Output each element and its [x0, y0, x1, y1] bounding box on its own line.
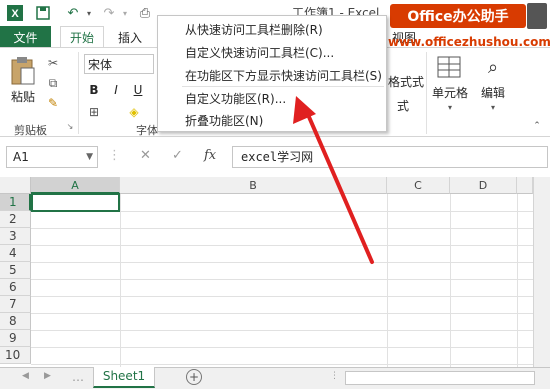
- gridline: [31, 262, 533, 263]
- ribbon-separator: [426, 52, 427, 134]
- name-box-value: A1: [13, 150, 29, 164]
- redo-icon[interactable]: ↷: [98, 4, 120, 22]
- copy-icon[interactable]: ⧉: [44, 74, 62, 92]
- row-header[interactable]: 8: [0, 313, 31, 330]
- formula-bar: A1 ▼ ⋮ ✕ ✓ fx excel学习网: [0, 137, 550, 177]
- row-header[interactable]: 1: [0, 194, 31, 211]
- border-icon[interactable]: ⊞: [84, 104, 104, 120]
- row-header[interactable]: 9: [0, 330, 31, 347]
- enter-icon[interactable]: ✓: [172, 148, 183, 163]
- select-all-corner[interactable]: [0, 177, 31, 194]
- more-sheets-icon[interactable]: …: [72, 370, 84, 384]
- underline-button[interactable]: U: [128, 80, 148, 100]
- menu-item-collapse-ribbon[interactable]: 折叠功能区(N): [185, 112, 263, 129]
- bold-button[interactable]: B: [84, 80, 104, 100]
- chevron-down-icon[interactable]: ▼: [86, 147, 93, 167]
- tab-file[interactable]: 文件: [0, 26, 51, 48]
- menu-item-show-qat-below[interactable]: 在功能区下方显示快速访问工具栏(S): [185, 67, 382, 84]
- excel-logo-icon: X: [6, 4, 24, 22]
- format-as-table-button[interactable]: 格式式: [388, 72, 424, 90]
- scroll-left-icon[interactable]: ◀: [22, 371, 29, 381]
- context-menu: 从快速访问工具栏删除(R) 自定义快速访问工具栏(C)... 在功能区下方显示快…: [157, 15, 387, 132]
- gridline: [31, 330, 533, 331]
- gridline: [31, 228, 533, 229]
- editing-dropdown-icon[interactable]: ▾: [487, 102, 499, 112]
- paste-button[interactable]: 粘贴: [8, 88, 38, 104]
- save-icon[interactable]: [34, 4, 52, 22]
- gridline: [31, 296, 533, 297]
- svg-text:X: X: [11, 8, 19, 20]
- menu-item-customize-ribbon[interactable]: 自定义功能区(R)...: [185, 90, 286, 107]
- redo-dropdown-icon[interactable]: ▾: [120, 4, 130, 22]
- gridline: [31, 245, 533, 246]
- scroll-right-icon[interactable]: ▶: [44, 371, 51, 381]
- row-header[interactable]: 7: [0, 296, 31, 313]
- gridline: [450, 194, 451, 367]
- row-header[interactable]: 2: [0, 211, 31, 228]
- cells-dropdown-icon[interactable]: ▾: [444, 102, 456, 112]
- watermark-url: www.officezhushou.com: [388, 35, 550, 49]
- menu-item-remove-from-qat[interactable]: 从快速访问工具栏删除(R): [185, 21, 323, 38]
- cancel-icon[interactable]: ✕: [140, 148, 151, 163]
- watermark-badge: Office办公助手: [390, 4, 526, 28]
- gridline: [387, 194, 388, 367]
- print-preview-icon[interactable]: ⎙: [136, 4, 154, 22]
- more-sheets-icon[interactable]: ⋮: [330, 371, 339, 381]
- find-binoculars-icon[interactable]: ⌕: [480, 54, 506, 80]
- clipboard-launcher-icon[interactable]: ↘: [64, 120, 76, 132]
- tab-insert[interactable]: 插入: [110, 26, 150, 48]
- vertical-scrollbar[interactable]: [533, 177, 550, 367]
- row-header[interactable]: 6: [0, 279, 31, 296]
- sheet-tab[interactable]: Sheet1: [93, 367, 155, 388]
- horizontal-scrollbar[interactable]: [345, 371, 535, 385]
- undo-icon[interactable]: ↶: [62, 4, 84, 22]
- active-cell[interactable]: [31, 193, 120, 212]
- column-header[interactable]: C: [387, 177, 450, 194]
- cells-button[interactable]: 单元格: [430, 84, 470, 100]
- row-header[interactable]: 4: [0, 245, 31, 262]
- gridline: [31, 279, 533, 280]
- column-header[interactable]: B: [120, 177, 387, 194]
- font-name-select[interactable]: 宋体: [84, 54, 154, 74]
- gridline: [31, 313, 533, 314]
- tab-home[interactable]: 开始: [60, 26, 104, 48]
- font-group-label: 字体: [136, 124, 158, 137]
- ribbon-separator: [78, 52, 79, 134]
- menu-item-customize-qat[interactable]: 自定义快速访问工具栏(C)...: [185, 44, 334, 61]
- paste-icon[interactable]: [8, 54, 38, 88]
- formula-input[interactable]: excel学习网: [232, 146, 548, 168]
- row-header[interactable]: 10: [0, 347, 31, 364]
- name-box[interactable]: A1 ▼: [6, 146, 98, 168]
- column-header[interactable]: [517, 177, 533, 194]
- row-header[interactable]: 5: [0, 262, 31, 279]
- gridline: [31, 347, 533, 348]
- worksheet-grid[interactable]: A B C D 1 2 3 4 5 6 7 8 9 10: [0, 177, 550, 367]
- cut-icon[interactable]: ✂: [44, 54, 62, 72]
- add-sheet-button[interactable]: +: [186, 369, 202, 385]
- insert-function-icon[interactable]: fx: [204, 148, 216, 163]
- gridline: [120, 194, 121, 367]
- format-painter-icon[interactable]: ✎: [44, 94, 62, 112]
- column-header[interactable]: D: [450, 177, 517, 194]
- cells-icon[interactable]: [436, 54, 462, 80]
- gridline: [31, 364, 533, 365]
- clipboard-group-label: 剪贴板: [14, 124, 47, 137]
- row-header[interactable]: 3: [0, 228, 31, 245]
- watermark-avatar: [527, 3, 547, 29]
- menu-separator: [182, 86, 384, 87]
- column-header[interactable]: A: [31, 177, 120, 194]
- drag-handle-icon[interactable]: ⋮: [108, 148, 121, 163]
- editing-button[interactable]: 编辑: [476, 84, 510, 100]
- collapse-ribbon-icon[interactable]: ⌃: [530, 120, 544, 132]
- italic-button[interactable]: I: [106, 80, 126, 100]
- cell-styles-button[interactable]: 式: [394, 96, 412, 114]
- gridline: [517, 194, 518, 367]
- fill-color-icon[interactable]: ◈: [124, 104, 144, 120]
- sheet-tabs-bar: ◀ ▶ … Sheet1 + ⋮: [0, 367, 550, 389]
- undo-dropdown-icon[interactable]: ▾: [84, 4, 94, 22]
